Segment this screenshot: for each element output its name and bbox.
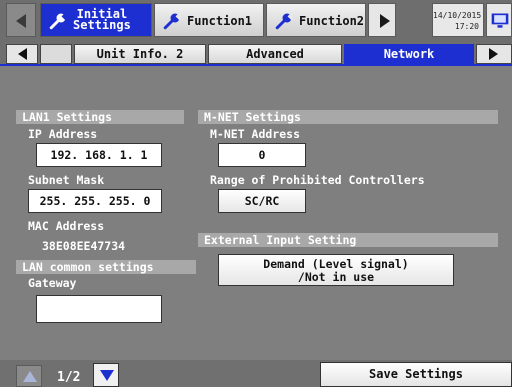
sub-tab-left-button[interactable]	[6, 44, 38, 64]
page-down-button[interactable]	[93, 363, 119, 387]
subnet-mask-field[interactable]: 255. 255. 255. 0	[28, 189, 162, 213]
tab-network[interactable]: Network	[344, 44, 474, 64]
tab-underline	[0, 64, 512, 66]
mnet-address-label: M-NET Address	[210, 127, 301, 141]
arrow-left-icon	[18, 48, 27, 60]
arrow-down-icon	[100, 370, 114, 381]
external-input-line2: /Not in use	[297, 270, 375, 284]
page-up-button[interactable]	[16, 365, 42, 387]
page-indicator: 1/2	[57, 370, 81, 385]
tab-unit-info-2[interactable]: Unit Info. 2	[74, 44, 206, 64]
arrow-left-icon	[16, 14, 26, 28]
clock-date: 14/10/2015	[433, 11, 482, 20]
monitor-icon	[491, 13, 509, 28]
tab-function2[interactable]: Function2	[266, 3, 366, 37]
sub-tab-right-button[interactable]	[476, 44, 512, 64]
external-input-header: External Input Setting	[198, 233, 498, 247]
tab-function2-label: Function2	[299, 14, 365, 28]
mac-address-value: 38E08EE47734	[42, 239, 126, 253]
lan-common-settings-header: LAN common settings	[16, 260, 196, 274]
clock-time: 17:20	[454, 22, 479, 31]
ip-address-label: IP Address	[28, 127, 98, 141]
wrench-icon	[49, 13, 67, 30]
tab-function1-label: Function1	[187, 14, 253, 28]
wrench-icon	[275, 13, 293, 30]
tab-initial-settings[interactable]: Initial Settings	[40, 3, 152, 37]
arrow-right-icon	[489, 48, 498, 60]
sub-tab-blank[interactable]	[40, 44, 72, 64]
arrow-up-icon	[23, 371, 37, 382]
gateway-label: Gateway	[28, 276, 77, 290]
gateway-field[interactable]	[36, 295, 162, 323]
top-nav-right-button[interactable]	[368, 3, 396, 37]
tab-initial-label-line2: Settings	[73, 18, 131, 32]
tab-function1[interactable]: Function1	[154, 3, 264, 37]
wrench-icon	[163, 13, 181, 30]
subnet-mask-label: Subnet Mask	[28, 173, 105, 187]
save-settings-button[interactable]: Save Settings	[320, 362, 512, 387]
prohibited-controllers-button[interactable]: SC/RC	[218, 189, 306, 213]
mac-address-label: MAC Address	[28, 219, 105, 233]
lan1-settings-header: LAN1 Settings	[16, 110, 184, 124]
top-nav-left-button[interactable]	[6, 3, 36, 37]
arrow-right-icon	[380, 14, 390, 28]
monitor-button[interactable]	[486, 3, 512, 37]
prohibited-controllers-label: Range of Prohibited Controllers	[210, 173, 425, 187]
mnet-address-field[interactable]: 0	[218, 143, 306, 167]
clock-display: 14/10/2015 17:20	[432, 3, 484, 37]
tab-advanced[interactable]: Advanced	[208, 44, 342, 64]
external-input-button[interactable]: Demand (Level signal) /Not in use	[218, 254, 454, 286]
mnet-settings-header: M-NET Settings	[198, 110, 498, 124]
ip-address-field[interactable]: 192. 168. 1. 1	[36, 143, 162, 167]
